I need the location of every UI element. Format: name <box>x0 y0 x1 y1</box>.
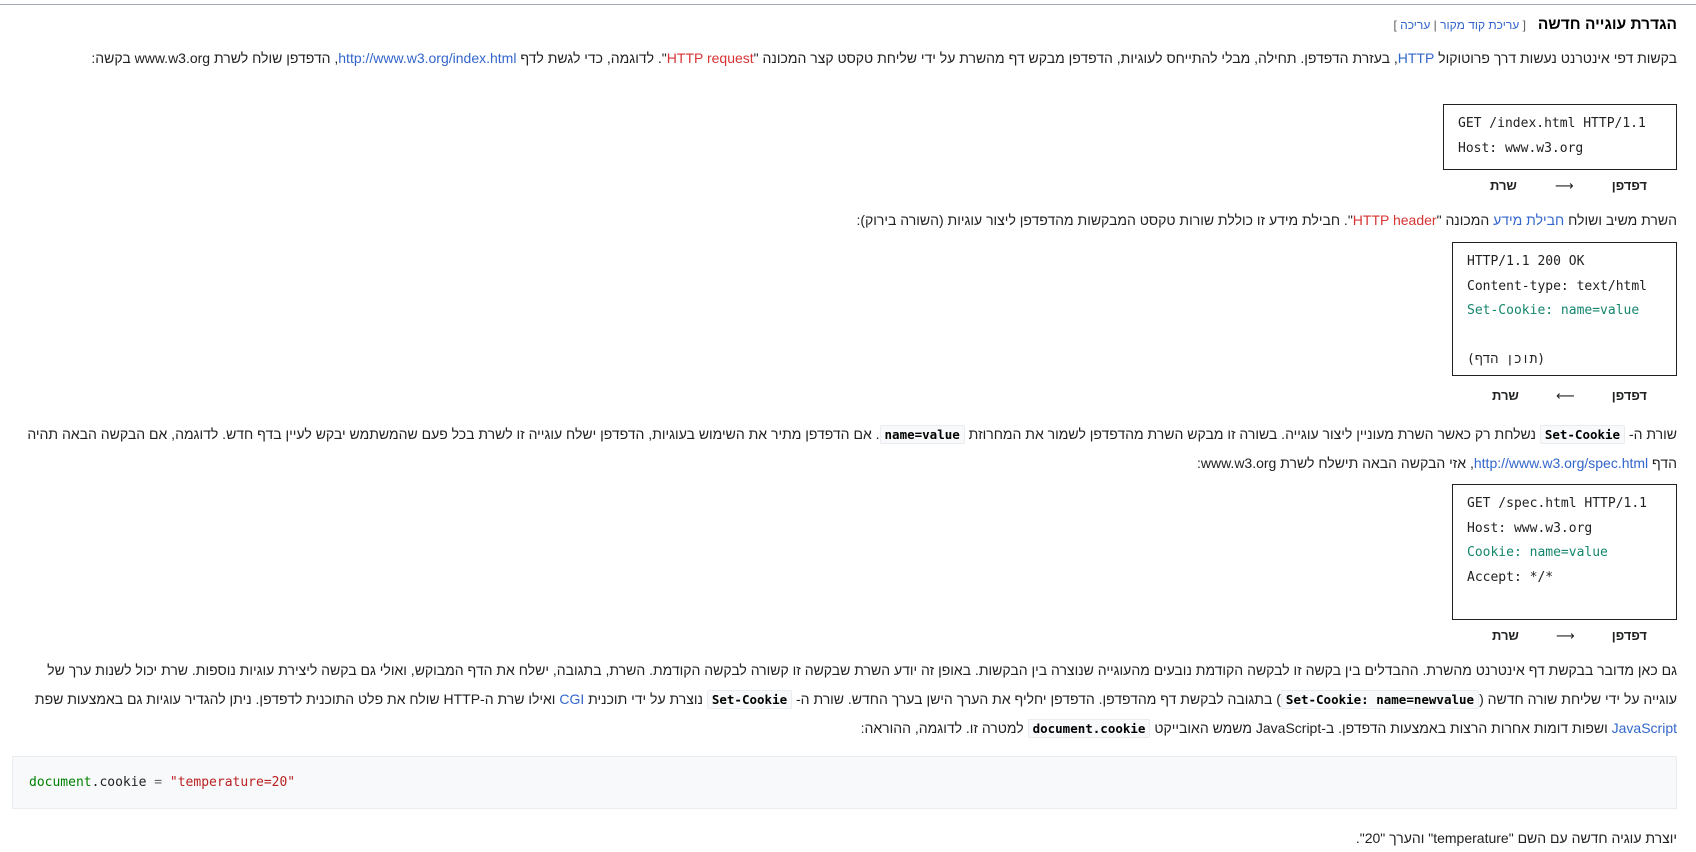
text: המכונה " <box>1436 212 1494 228</box>
code-line: GET /spec.html HTTP/1.1 <box>1467 496 1648 511</box>
inline-code: document.cookie <box>1027 719 1151 738</box>
edit-source-link[interactable]: עריכת קוד מקור <box>1440 18 1519 32</box>
empty-line <box>1467 324 1664 349</box>
code-line: Accept: */* <box>1467 569 1554 585</box>
paragraph-http-header: השרת משיב ושולח חבילת מידע המכונה "HTTP … <box>12 206 1677 234</box>
link-cgi[interactable]: CGI <box>559 691 584 707</box>
text: נשלחת רק כאשר השרת מעוניין ליצור עוגייה.… <box>964 426 1540 442</box>
edit-separator: | <box>1433 18 1437 32</box>
code-property: .cookie <box>91 775 147 790</box>
server-label: שרת <box>1492 628 1519 643</box>
bracket-close: ] <box>1393 18 1397 32</box>
link-index-url[interactable]: http://www.w3.org/index.html <box>338 50 516 66</box>
link-http[interactable]: HTTP <box>1398 50 1435 66</box>
text: יוצרת עוגיה חדשה עם השם "temperature" וה… <box>1355 830 1677 846</box>
code-operator: = <box>146 775 170 790</box>
cookie-line: Cookie: name=value <box>1467 545 1608 560</box>
set-cookie-line: Set-Cookie: name=value <box>1467 303 1640 318</box>
paragraph-http-request: בקשות דפי אינטרנט נעשות דרך פרוטוקול HTT… <box>12 44 1677 72</box>
top-divider <box>0 4 1696 5</box>
link-http-header[interactable]: HTTP header <box>1353 212 1437 228</box>
inline-code: Set-Cookie: name=newvalue <box>1280 690 1480 709</box>
arrow-icon: ⟶ <box>1555 178 1574 193</box>
text: בקשות דפי אינטרנט נעשות דרך פרוטוקול <box>1434 50 1677 66</box>
code-line: Host: www.w3.org <box>1458 140 1584 156</box>
inline-code: Set-Cookie <box>1539 425 1626 444</box>
text: , הדפדפן שולח לשרת www.w3.org בקשה: <box>91 50 339 66</box>
edit-link[interactable]: עריכה <box>1400 18 1430 32</box>
inline-code: name=value <box>879 425 965 444</box>
text: נוצרת על ידי תוכנית <box>584 691 707 707</box>
server-label: שרת <box>1490 178 1517 193</box>
inline-code: Set-Cookie <box>706 690 793 709</box>
link-information-packet[interactable]: חבילת מידע <box>1493 212 1564 228</box>
javascript-code-example: document.cookie = "temperature=20" <box>12 756 1677 809</box>
code-line: Host: www.w3.org <box>1467 520 1593 536</box>
response-code-box: HTTP/1.1 200 OK Content-type: text/html … <box>1452 242 1677 376</box>
response-direction-caption: דפדפן ⟵ שרת <box>1452 386 1677 406</box>
edit-section-links: [ עריכת קוד מקור | עריכה ] <box>1393 18 1525 32</box>
code-object: document <box>29 775 92 790</box>
browser-label: דפדפן <box>1611 178 1647 193</box>
request-code-box: GET /index.html HTTP/1.1 Host: www.w3.or… <box>1443 104 1677 170</box>
link-spec-url[interactable]: http://www.w3.org/spec.html <box>1474 455 1648 471</box>
cookie-request-direction-caption: דפדפן ⟶ שרת <box>1452 626 1677 646</box>
text: ". לדוגמה, כדי לגשת לדף <box>516 50 667 66</box>
paragraph-set-cookie: שורת ה- Set-Cookie נשלחת רק כאשר השרת מע… <box>12 420 1677 477</box>
code-line: Content-type: text/html <box>1467 278 1648 294</box>
page-content-line: (תוכן הדף) <box>1467 352 1546 367</box>
section-title: הגדרת עוגייה חדשה <box>1537 16 1677 33</box>
text: למטרה זו. לדוגמה, ההוראה: <box>860 720 1028 736</box>
code-string: "temperature=20" <box>169 775 296 790</box>
text: שורת ה- <box>1625 426 1677 442</box>
text: , אזי הבקשה הבאה תישלח לשרת www.w3.org: <box>1196 455 1474 471</box>
server-label: שרת <box>1492 388 1519 403</box>
text: ". חבילת מידע זו כוללת שורות טקסט המבקשו… <box>856 212 1353 228</box>
link-http-request[interactable]: HTTP request <box>667 50 754 66</box>
cookie-request-code-box: GET /spec.html HTTP/1.1 Host: www.w3.org… <box>1452 484 1677 620</box>
bracket-open: [ <box>1522 18 1526 32</box>
text: השרת משיב ושולח <box>1564 212 1677 228</box>
section-heading: הגדרת עוגייה חדשה [ עריכת קוד מקור | ערי… <box>12 13 1677 35</box>
text: ואילו שרת ה-HTTP שולח את פלט התוכנית לדפ… <box>34 691 560 707</box>
text: ) בתגובה לבקשת דף מהדפדפן. הדפדפן יחליף … <box>792 691 1281 707</box>
browser-label: דפדפן <box>1611 388 1647 403</box>
arrow-icon: ⟵ <box>1556 388 1575 403</box>
code-line: GET /index.html HTTP/1.1 <box>1458 116 1646 131</box>
paragraph-cookie-explanation: גם כאן מדובר בבקשת דף אינטרנט מהשרת. ההב… <box>12 656 1677 743</box>
request-direction-caption: דפדפן ⟶ שרת <box>1443 176 1677 196</box>
text: ושפות דומות אחרות הרצות באמצעות הדפדפן. … <box>1150 720 1612 736</box>
arrow-icon: ⟶ <box>1556 628 1575 643</box>
code-line: HTTP/1.1 200 OK <box>1467 254 1585 269</box>
text: , בעזרת הדפדפן. תחילה, מבלי להתייחס לעוג… <box>753 50 1398 66</box>
link-javascript[interactable]: JavaScript <box>1612 720 1677 736</box>
browser-label: דפדפן <box>1611 628 1647 643</box>
